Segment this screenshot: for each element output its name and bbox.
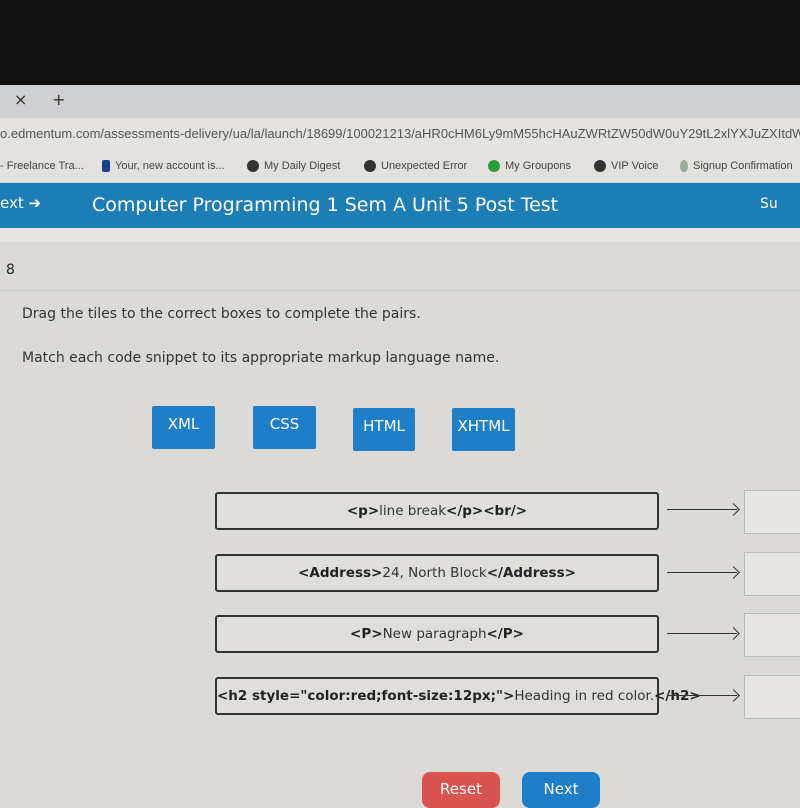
bookmark[interactable]: Unexpected Error (364, 160, 467, 172)
snippet-text: 24, North Block (382, 565, 487, 581)
bookmark-label: Unexpected Error (381, 160, 468, 172)
arrow-icon (667, 509, 737, 510)
bookmark[interactable]: Your, new account is... (102, 160, 225, 172)
bookmark-label: - Freelance Tra... (0, 160, 84, 172)
arrow-icon (667, 572, 737, 573)
drop-target[interactable] (744, 490, 800, 534)
leaf-icon (680, 160, 688, 172)
bookmark[interactable]: Signup Confirmation (680, 160, 793, 172)
tag: <Address> (298, 565, 383, 581)
drop-target[interactable] (744, 613, 800, 657)
arrow-icon (667, 633, 737, 634)
bookmark-label: My Groupons (505, 160, 572, 172)
code-snippet: <Address>24, North Block</Address> (215, 554, 659, 592)
screen-bezel (0, 0, 800, 85)
drop-target[interactable] (744, 675, 800, 719)
globe-icon (247, 160, 259, 172)
bookmarks-bar: - Freelance Tra... Your, new account is.… (0, 150, 800, 182)
tag: </h2> (654, 688, 701, 704)
tag: <P> (350, 626, 383, 642)
tile-xhtml[interactable]: XHTML (452, 408, 515, 451)
drop-target[interactable] (744, 552, 800, 596)
close-tab-icon[interactable]: × (14, 90, 27, 109)
reset-button[interactable]: Reset (422, 772, 500, 808)
address-bar[interactable]: o.edmentum.com/assessments-delivery/ua/l… (0, 118, 800, 150)
test-header: ext ➔ Computer Programming 1 Sem A Unit … (0, 183, 800, 228)
bookmark[interactable]: - Freelance Tra... (0, 160, 84, 172)
tag: </P> (486, 626, 524, 642)
next-button[interactable]: Next (522, 772, 600, 808)
bookmark-label: VIP Voice (611, 160, 659, 172)
globe-icon (594, 160, 606, 172)
bookmark-label: Your, new account is... (115, 160, 225, 172)
snippet-text: New paragraph (382, 626, 487, 642)
new-tab-button[interactable]: + (52, 90, 65, 109)
tile-xml[interactable]: XML (152, 406, 215, 449)
groupon-icon (488, 160, 500, 172)
paypal-icon (102, 160, 110, 172)
snippet-text: line break (379, 503, 447, 519)
globe-icon (364, 160, 376, 172)
tab-strip: × + (0, 85, 800, 118)
code-snippet: <P>New paragraph</P> (215, 615, 659, 653)
arrow-icon (667, 695, 737, 696)
tag: </p><br/> (446, 503, 528, 519)
bookmark[interactable]: My Groupons (488, 160, 571, 172)
question-number: 8 (6, 262, 15, 278)
next-nav-button[interactable]: ext ➔ (0, 194, 41, 212)
instruction: Drag the tiles to the correct boxes to c… (22, 306, 421, 322)
bookmark[interactable]: VIP Voice (594, 160, 659, 172)
submit-button[interactable]: Su (760, 196, 778, 212)
bookmark-label: My Daily Digest (264, 160, 341, 172)
tile-css[interactable]: CSS (253, 406, 316, 449)
page-title: Computer Programming 1 Sem A Unit 5 Post… (92, 194, 559, 216)
tile-html[interactable]: HTML (353, 408, 415, 451)
bookmark[interactable]: My Daily Digest (247, 160, 340, 172)
bookmark-label: Signup Confirmation (693, 160, 793, 172)
tag: </Address> (486, 565, 576, 581)
divider (0, 228, 800, 242)
tag: <p> (346, 503, 380, 519)
tag: <h2 style="color:red;font-size:12px;"> (217, 688, 515, 704)
snippet-text: Heading in red color. (514, 688, 655, 704)
code-snippet: <p>line break</p><br/> (215, 492, 659, 530)
code-snippet: <h2 style="color:red;font-size:12px;">He… (215, 677, 701, 715)
prompt: Match each code snippet to its appropria… (22, 350, 500, 366)
divider (0, 290, 800, 291)
